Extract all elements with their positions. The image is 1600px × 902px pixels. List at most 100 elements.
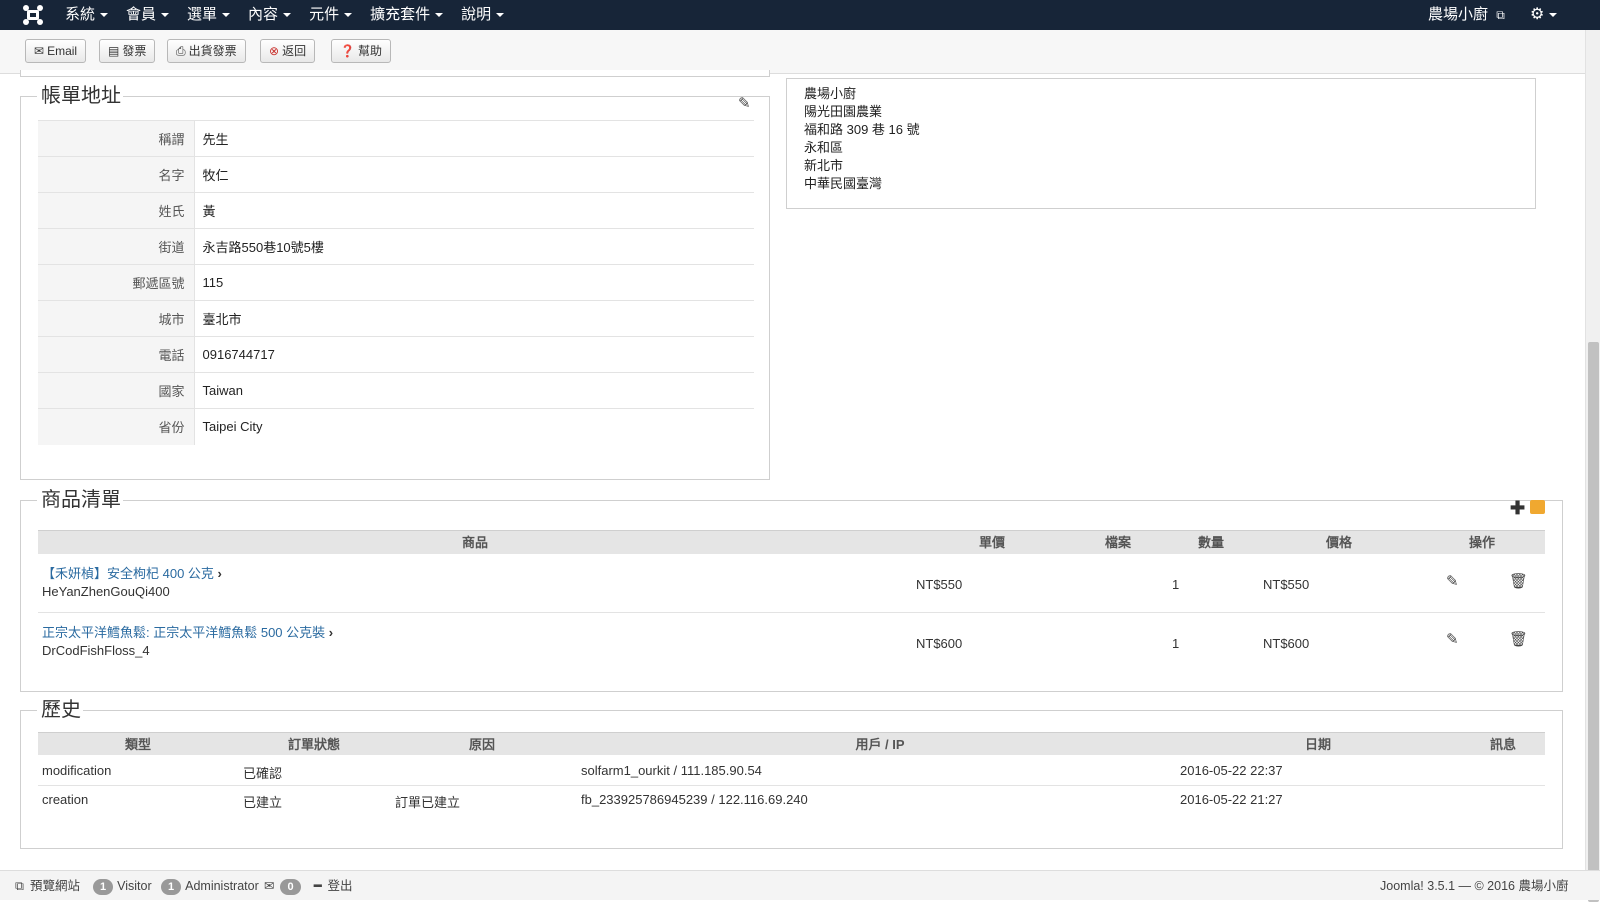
store-address-line: 新北市 xyxy=(804,158,844,173)
col-reason: 原因 xyxy=(468,737,496,752)
joomla-logo-icon[interactable] xyxy=(20,3,46,27)
toolbar: ✉ Email ▤ 發票 ⎙ 出貨發票 ⊗ 返回 ❓ 幫助 xyxy=(0,30,1585,74)
status-footer: ⧉ 預覽網站 1 Visitor 1 Administrator ✉ 0 ━ 登出 Joo… xyxy=(0,870,1600,900)
history-user-ip: fb_233925786945239 / 122.116.69.240 xyxy=(581,792,808,807)
invoice-button[interactable]: ▤ 發票 xyxy=(99,39,156,63)
product-quantity: 1 xyxy=(1172,577,1180,592)
back-button[interactable]: ⊗ 返回 xyxy=(260,39,316,63)
col-message: 訊息 xyxy=(1489,737,1517,752)
field-value: 牧仁 xyxy=(194,156,754,193)
visitor-count[interactable]: 1 Visitor xyxy=(93,871,152,901)
field-label: 郵遞區號 xyxy=(38,264,195,301)
field-value: 臺北市 xyxy=(194,300,754,337)
field-value: Taiwan xyxy=(194,372,754,409)
message-count-badge: 0 xyxy=(280,879,301,895)
table-row: 名字 牧仁 xyxy=(38,156,754,193)
edit-pencil-icon[interactable]: ✎ xyxy=(1446,630,1459,648)
store-address-box: 農場小廚 陽光田園農業 福和路 309 巷 16 號 永和區 新北市 中華民國臺… xyxy=(786,78,1536,209)
field-label: 街道 xyxy=(38,228,195,265)
preview-site-link[interactable]: ⧉ 預覽網站 xyxy=(15,871,80,901)
envelope-icon: ✉ xyxy=(264,879,275,893)
minus-icon: ━ xyxy=(314,879,322,893)
logout-link[interactable]: ━ 登出 xyxy=(314,871,353,901)
product-link[interactable]: 正宗太平洋鱈魚鬆: 正宗太平洋鱈魚鬆 500 公克裝 › xyxy=(42,622,333,641)
external-link-icon: ⧉ xyxy=(1496,8,1505,22)
email-button[interactable]: ✉ Email xyxy=(25,39,87,63)
store-address-line: 農場小廚 xyxy=(804,86,857,101)
table-row: 姓氏黃 xyxy=(38,192,754,229)
store-address-line: 陽光田園農業 xyxy=(804,104,883,119)
menu-help[interactable]: 說明 xyxy=(452,0,513,30)
site-name-link[interactable]: 農場小廚 ⧉ xyxy=(1428,0,1505,30)
product-price: NT$600 xyxy=(1263,636,1310,651)
field-label: 城市 xyxy=(38,300,195,337)
vertical-scrollbar[interactable] xyxy=(1585,30,1600,902)
product-link[interactable]: 【禾妍楨】安全枸杞 400 公克 › xyxy=(42,563,222,582)
scrollbar-thumb[interactable] xyxy=(1588,342,1599,902)
menu-content[interactable]: 內容 xyxy=(239,0,300,30)
products-table-header: 商品 單價 檔案 數量 價格 操作 xyxy=(38,530,1545,554)
table-row: 街道 永吉路550巷10號5樓 xyxy=(38,228,754,265)
col-product: 商品 xyxy=(461,535,489,550)
product-sku: DrCodFishFloss_4 xyxy=(42,643,150,658)
field-value: 0916744717 xyxy=(194,336,754,373)
product-quantity: 1 xyxy=(1172,636,1180,651)
delivery-invoice-button[interactable]: ⎙ 出貨發票 xyxy=(167,39,246,63)
edit-pencil-icon[interactable]: ✎ xyxy=(1446,572,1459,590)
product-price: NT$550 xyxy=(1263,577,1310,592)
trash-icon[interactable]: 🗑 xyxy=(1509,630,1528,648)
menu-components[interactable]: 元件 xyxy=(300,0,361,30)
field-label: 名字 xyxy=(38,156,195,193)
folder-icon[interactable] xyxy=(1530,500,1545,514)
billing-address-legend: 帳單地址 xyxy=(37,83,123,109)
field-value: 115 xyxy=(194,264,754,301)
table-row: 郵遞區號 115 xyxy=(38,264,754,301)
history-reason: 訂單已建立 xyxy=(395,795,461,810)
col-order-status: 訂單狀態 xyxy=(287,737,341,752)
store-address-line: 永和區 xyxy=(804,140,844,155)
help-button[interactable]: ❓ 幫助 xyxy=(331,39,391,63)
table-row: 國家 Taiwan xyxy=(38,372,754,409)
table-row: 省份 Taipei City xyxy=(38,408,754,445)
menu-users[interactable]: 會員 xyxy=(117,0,178,30)
billing-address-table: 稱謂 先生 名字 牧仁 姓氏黃 街道 永吉路550巷10號5樓 郵遞區號 115 城市臺… xyxy=(38,120,754,445)
col-price: 價格 xyxy=(1325,535,1353,550)
admin-count-badge: 1 xyxy=(161,879,182,895)
gear-icon: ⚙ xyxy=(1530,6,1545,23)
table-row: 稱謂 先生 xyxy=(38,120,754,157)
products-panel xyxy=(20,500,1563,692)
history-date: 2016-05-22 22:37 xyxy=(1180,763,1283,778)
previous-panel-edge xyxy=(20,70,770,77)
history-legend: 歷史 xyxy=(37,697,83,723)
field-label: 省份 xyxy=(38,408,195,445)
menu-system[interactable]: 系統 xyxy=(56,0,117,30)
table-row: 城市 臺北市 xyxy=(38,300,754,337)
menu-extensions[interactable]: 擴充套件 xyxy=(361,0,452,30)
copyright-text: Joomla! 3.5.1 — © 2016 農場小廚 xyxy=(1380,879,1569,893)
product-unit-price: NT$550 xyxy=(916,577,963,592)
menu-menus[interactable]: 選單 xyxy=(178,0,239,30)
field-value: Taipei City xyxy=(194,408,754,445)
trash-icon[interactable]: 🗑 xyxy=(1509,572,1528,590)
field-label: 稱謂 xyxy=(38,120,195,157)
main-menu: 系統 會員 選單 內容 元件 擴充套件 說明 xyxy=(56,0,513,30)
field-label: 國家 xyxy=(38,372,195,409)
product-unit-price: NT$600 xyxy=(916,636,963,651)
messages-count[interactable]: ✉ 0 xyxy=(264,871,305,901)
envelope-icon: ✉ xyxy=(34,44,45,58)
row-divider xyxy=(38,785,1545,786)
products-legend: 商品清單 xyxy=(37,487,123,513)
settings-dropdown[interactable]: ⚙ xyxy=(1530,0,1558,30)
history-type: creation xyxy=(42,792,89,807)
edit-billing-pencil-icon[interactable]: ✎ xyxy=(738,94,751,112)
question-icon: ❓ xyxy=(340,44,355,58)
chevron-right-icon: › xyxy=(328,625,334,640)
col-type: 類型 xyxy=(124,737,152,752)
col-date: 日期 xyxy=(1304,737,1332,752)
table-row: 電話 0916744717 xyxy=(38,336,754,373)
history-status: 已建立 xyxy=(243,795,283,810)
history-table-header: 類型 訂單狀態 原因 用戶 / IP 日期 訊息 xyxy=(38,732,1545,755)
admin-count[interactable]: 1 Administrator xyxy=(161,871,259,901)
history-status: 已確認 xyxy=(243,766,283,781)
add-product-plus-icon[interactable]: ✚ xyxy=(1510,498,1525,519)
